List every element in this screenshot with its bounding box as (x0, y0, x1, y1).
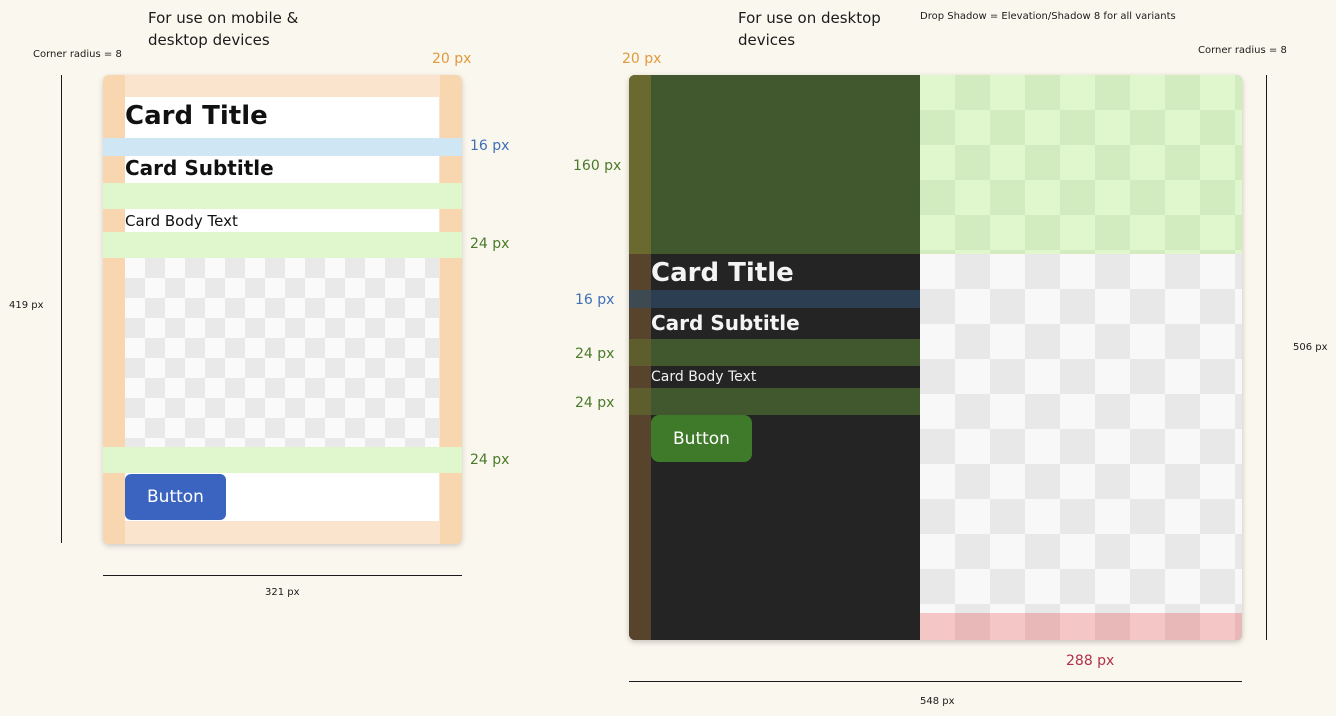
desktop-gap-16-label: 16 px (575, 292, 615, 308)
desktop-gap-24-a-pad (629, 339, 651, 366)
desktop-image-placeholder (920, 254, 1242, 613)
desktop-padding-left (629, 254, 651, 640)
desktop-image-width-label: 288 px (1066, 653, 1115, 669)
mobile-body-row: Card Body Text (125, 209, 439, 232)
desktop-gap-24-a-label: 24 px (575, 346, 615, 362)
desktop-card-button[interactable]: Button (651, 415, 752, 462)
mobile-image-placeholder (125, 258, 439, 447)
desktop-height-line (1266, 75, 1267, 640)
mobile-gap-16-label: 16 px (470, 138, 510, 154)
desktop-card-body: Card Body Text (651, 369, 757, 385)
desktop-padding-label: 20 px (622, 51, 662, 67)
mobile-padding-label: 20 px (432, 51, 472, 67)
mobile-gap-24-a (103, 183, 462, 209)
mobile-card-subtitle: Card Subtitle (125, 156, 274, 180)
desktop-corner-radius-label: Corner radius = 8 (1198, 45, 1287, 56)
desktop-gap-24-a (629, 339, 920, 366)
mobile-subtitle-row: Card Subtitle (125, 156, 439, 183)
mobile-gap-24-c (103, 447, 462, 473)
desktop-image-height-label: 160 px (573, 158, 622, 174)
mobile-height-label: 419 px (9, 300, 44, 311)
mobile-gap-24-b (103, 232, 462, 258)
desktop-gap-16 (629, 290, 920, 308)
mobile-title-row: Card Title (125, 97, 439, 138)
mobile-gap-body-label: 24 px (470, 236, 510, 252)
desktop-card-title: Card Title (651, 258, 794, 288)
desktop-gap-16-pad (629, 290, 651, 308)
mobile-gap-button-label: 24 px (470, 452, 510, 468)
mobile-height-line (61, 75, 62, 543)
desktop-usage-note: For use on desktop devices (738, 9, 881, 49)
desktop-gap-24-b-pad (629, 388, 651, 415)
mobile-card-title: Card Title (125, 101, 268, 131)
desktop-padding-left-top (629, 75, 651, 254)
mobile-corner-radius-label: Corner radius = 8 (33, 49, 122, 60)
mobile-card: Card Title Card Subtitle Card Body Text … (103, 75, 462, 544)
shadow-note: Drop Shadow = Elevation/Shadow 8 for all… (920, 11, 1176, 22)
desktop-image-height-band (629, 75, 920, 254)
desktop-width-line (629, 681, 1242, 682)
desktop-gap-24-b (629, 388, 920, 415)
mobile-usage-note: For use on mobile & desktop devices (148, 9, 299, 49)
desktop-image-bottom-overlay (920, 613, 1242, 640)
mobile-width-line (103, 575, 462, 576)
desktop-card-subtitle: Card Subtitle (651, 311, 800, 335)
desktop-width-label: 548 px (920, 696, 955, 707)
desktop-image-top-overlay (920, 75, 1242, 254)
mobile-card-body: Card Body Text (125, 212, 238, 230)
desktop-height-label: 506 px (1293, 342, 1328, 353)
desktop-gap-24-b-label: 24 px (575, 395, 615, 411)
mobile-gap-16 (103, 138, 462, 156)
mobile-width-label: 321 px (265, 587, 300, 598)
mobile-card-button[interactable]: Button (125, 474, 226, 520)
desktop-card: Card Title Card Subtitle Card Body Text … (629, 75, 1242, 640)
